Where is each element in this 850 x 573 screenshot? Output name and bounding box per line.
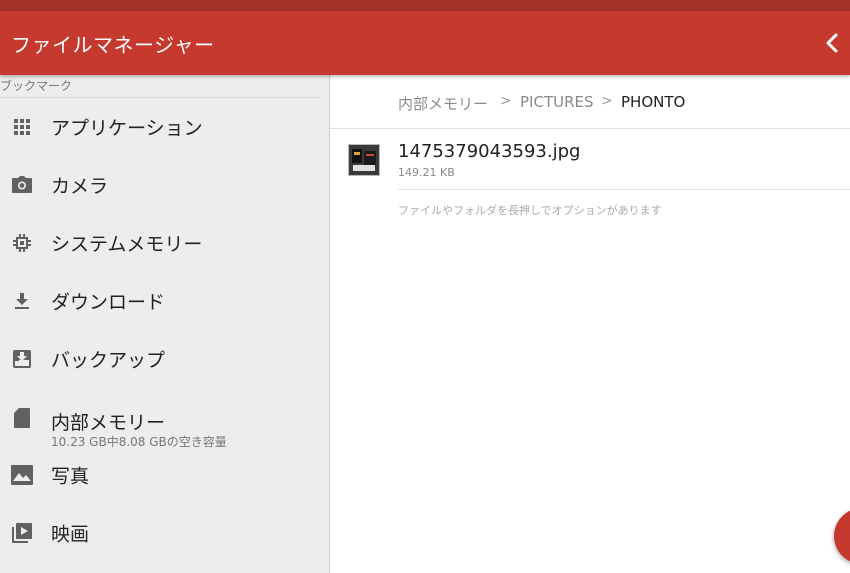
backup-icon	[11, 348, 33, 370]
drawer-item-system-memory[interactable]: システムメモリー	[0, 215, 329, 271]
download-icon	[11, 290, 33, 312]
drawer-item-camera[interactable]: カメラ	[0, 157, 329, 213]
drawer-item-photos[interactable]: 写真	[0, 447, 329, 503]
navigation-drawer: ブックマーク アプリケーション カメラ システムメモリー ダウンロード バックア…	[0, 75, 330, 573]
file-divider	[398, 189, 850, 190]
apps-grid-icon	[11, 116, 33, 138]
chevron-left-icon	[826, 33, 838, 53]
camera-icon	[11, 174, 33, 196]
image-thumbnail	[348, 144, 380, 176]
file-list-item[interactable]: 1475379043593.jpg 149.21 KB	[330, 129, 850, 189]
breadcrumb-separator: >	[500, 93, 512, 109]
video-library-icon	[11, 522, 33, 544]
drawer-item-download[interactable]: ダウンロード	[0, 273, 329, 329]
drawer-item-movies[interactable]: 映画	[0, 505, 329, 561]
breadcrumb-item-pictures[interactable]: PICTURES	[520, 93, 594, 111]
drawer-item-label: アプリケーション	[51, 117, 203, 140]
drawer-item-internal-memory[interactable]: 内部メモリー 10.23 GB中8.08 GBの空き容量	[0, 389, 329, 449]
file-list-pane: 内部メモリー > PICTURES > PHONTO 1475379043593…	[330, 75, 850, 573]
bookmarks-section-label: ブックマーク	[0, 79, 73, 93]
sd-card-icon	[11, 407, 33, 429]
drawer-item-label: 映画	[51, 523, 90, 546]
app-bar: ファイルマネージャー	[0, 11, 850, 75]
drawer-item-label: システムメモリー	[51, 233, 203, 256]
app-title: ファイルマネージャー	[11, 33, 215, 57]
status-bar	[0, 0, 850, 11]
drawer-item-applications[interactable]: アプリケーション	[0, 99, 329, 155]
breadcrumb-separator: >	[601, 93, 613, 109]
collapse-button[interactable]	[820, 31, 844, 55]
drawer-item-label: 内部メモリー	[51, 412, 166, 434]
image-icon	[11, 464, 33, 486]
drawer-item-label: 写真	[51, 465, 90, 488]
drawer-item-label: バックアップ	[51, 349, 166, 372]
drawer-item-backup[interactable]: バックアップ	[0, 331, 329, 387]
file-name: 1475379043593.jpg	[398, 141, 581, 162]
drawer-divider	[0, 97, 321, 98]
drawer-item-label: ダウンロード	[51, 291, 166, 314]
long-press-hint: ファイルやフォルダを長押しでオプションがあります	[398, 204, 662, 217]
file-size: 149.21 KB	[398, 166, 455, 179]
breadcrumb-item-phonto[interactable]: PHONTO	[621, 93, 685, 111]
chip-icon	[11, 232, 33, 254]
breadcrumb: 内部メモリー > PICTURES > PHONTO	[330, 75, 850, 129]
breadcrumb-item-internal-memory[interactable]: 内部メモリー	[398, 93, 488, 114]
drawer-item-label: カメラ	[51, 175, 109, 198]
